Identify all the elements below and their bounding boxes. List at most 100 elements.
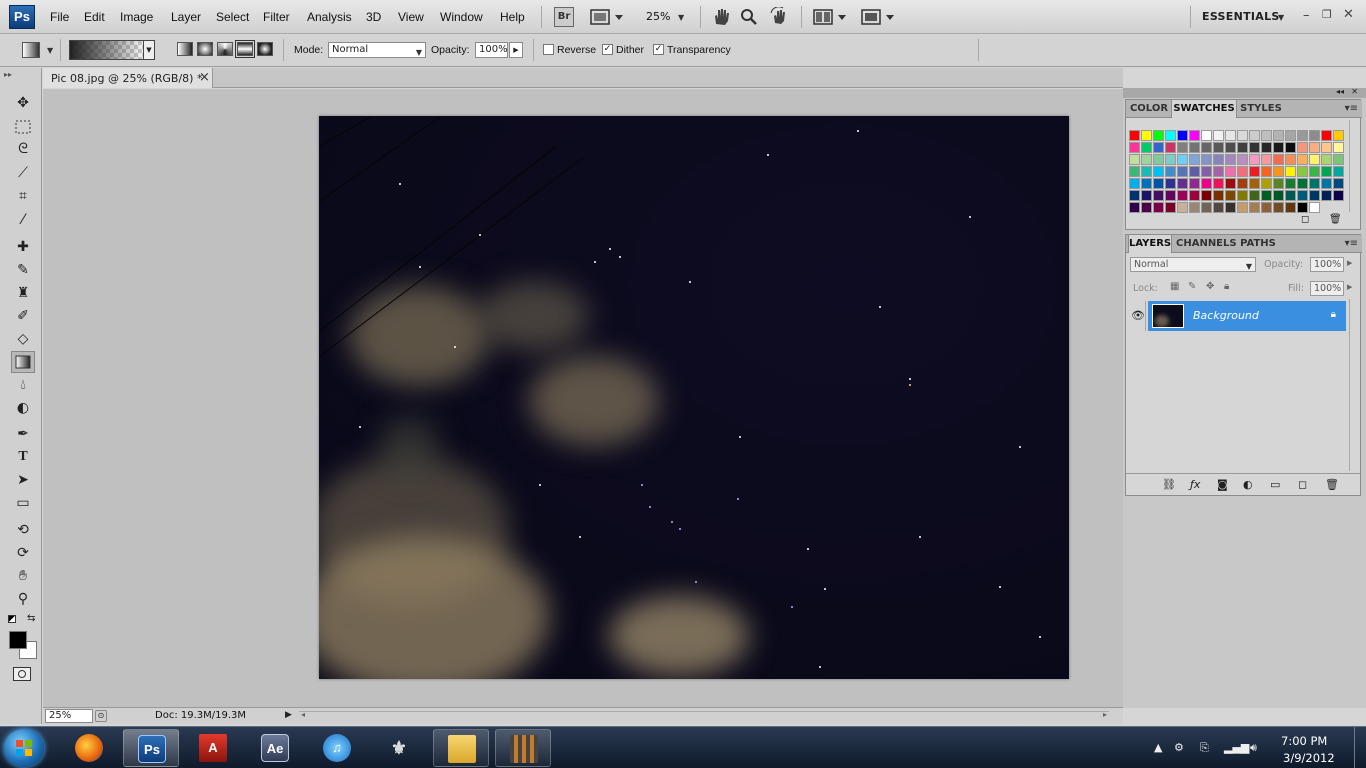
- color-swatch[interactable]: [1261, 202, 1272, 213]
- color-swatch[interactable]: [1273, 190, 1284, 201]
- color-swatch[interactable]: [1285, 166, 1296, 177]
- layer-mask-icon[interactable]: ◙: [1217, 478, 1228, 491]
- show-desktop-button[interactable]: [1354, 727, 1366, 768]
- lock-transparent-icon[interactable]: ▦: [1170, 281, 1179, 292]
- color-swatch[interactable]: [1153, 202, 1164, 213]
- menu-filter[interactable]: Filter: [263, 10, 290, 24]
- crop-tool-icon[interactable]: ⌗: [11, 185, 35, 207]
- color-swatch[interactable]: [1225, 154, 1236, 165]
- color-swatch[interactable]: [1333, 166, 1344, 177]
- color-swatch[interactable]: [1273, 142, 1284, 153]
- color-swatch[interactable]: [1189, 154, 1200, 165]
- delete-layer-icon[interactable]: 🗑︎: [1325, 478, 1339, 491]
- lock-position-icon[interactable]: ✥: [1206, 281, 1214, 292]
- gradient-tool-icon[interactable]: [11, 351, 35, 373]
- color-swatch[interactable]: [1321, 190, 1332, 201]
- color-swatch[interactable]: [1261, 142, 1272, 153]
- lasso-tool-icon[interactable]: ᘓ: [11, 138, 35, 160]
- menu-3d[interactable]: 3D: [366, 10, 381, 24]
- color-swatch[interactable]: [1153, 142, 1164, 153]
- scroll-left-icon[interactable]: ◂: [301, 710, 305, 719]
- color-swatch[interactable]: [1249, 154, 1260, 165]
- show-hidden-icons-icon[interactable]: ▲: [1154, 741, 1162, 754]
- gradient-picker[interactable]: [69, 40, 147, 60]
- dither-checkbox[interactable]: ✓: [602, 44, 613, 55]
- new-group-icon[interactable]: ▭: [1270, 478, 1280, 491]
- usb-tray-icon[interactable]: ⎘: [1200, 741, 1209, 755]
- color-swatch[interactable]: [1309, 142, 1320, 153]
- color-swatch[interactable]: [1213, 154, 1224, 165]
- clone-stamp-tool-icon[interactable]: ♜: [11, 282, 35, 304]
- color-swatch[interactable]: [1321, 142, 1332, 153]
- taskbar-photoshop[interactable]: Ps: [123, 729, 179, 767]
- tab-layers[interactable]: LAYERS: [1128, 235, 1172, 253]
- layer-style-icon[interactable]: ƒx: [1190, 478, 1200, 491]
- horizontal-scrollbar[interactable]: ◂ ▸: [299, 710, 1109, 722]
- taskbar-after-effects[interactable]: Ae: [247, 729, 303, 767]
- angle-gradient-button[interactable]: [217, 42, 233, 56]
- lock-all-icon[interactable]: 🔒︎: [1224, 281, 1229, 292]
- color-swatch[interactable]: [1201, 178, 1212, 189]
- color-swatch[interactable]: [1153, 166, 1164, 177]
- color-swatch[interactable]: [1249, 142, 1260, 153]
- quick-selection-tool-icon[interactable]: ⟋: [11, 162, 35, 184]
- hand-tool-icon[interactable]: ✋︎: [11, 565, 35, 587]
- color-swatch[interactable]: [1261, 166, 1272, 177]
- layer-row-background[interactable]: Background 🔒︎: [1148, 301, 1346, 331]
- color-swatch[interactable]: [1261, 130, 1272, 141]
- layer-visibility-toggle[interactable]: 👁︎: [1128, 301, 1146, 331]
- color-swatch[interactable]: [1237, 178, 1248, 189]
- diamond-gradient-button[interactable]: [257, 42, 273, 56]
- tab-paths[interactable]: PATHS: [1238, 235, 1278, 253]
- color-swatch[interactable]: [1273, 154, 1284, 165]
- color-swatch[interactable]: [1261, 178, 1272, 189]
- eyedropper-tool-icon[interactable]: ⁄: [11, 209, 35, 231]
- document-canvas-image[interactable]: [319, 116, 1069, 679]
- color-swatch[interactable]: [1297, 178, 1308, 189]
- color-swatch[interactable]: [1141, 166, 1152, 177]
- color-swatch[interactable]: [1249, 202, 1260, 213]
- color-swatch[interactable]: [1273, 166, 1284, 177]
- taskbar-movie-maker[interactable]: [495, 729, 551, 767]
- color-swatch[interactable]: [1153, 154, 1164, 165]
- color-swatch[interactable]: [1129, 142, 1140, 153]
- color-swatch[interactable]: [1153, 130, 1164, 141]
- color-swatch[interactable]: [1129, 190, 1140, 201]
- color-swatch[interactable]: [1237, 190, 1248, 201]
- color-swatch[interactable]: [1165, 166, 1176, 177]
- color-swatch[interactable]: [1189, 202, 1200, 213]
- color-swatch[interactable]: [1237, 142, 1248, 153]
- color-swatch[interactable]: [1273, 130, 1284, 141]
- link-layers-icon[interactable]: ⛓: [1162, 478, 1176, 491]
- color-swatch[interactable]: [1333, 130, 1344, 141]
- layer-opacity-arrow-icon[interactable]: ▶: [1347, 259, 1352, 267]
- color-swatch[interactable]: [1249, 166, 1260, 177]
- color-swatch[interactable]: [1213, 130, 1224, 141]
- layers-scrollbar[interactable]: [1349, 299, 1358, 471]
- taskbar-explorer[interactable]: [433, 729, 489, 767]
- new-layer-icon[interactable]: ◻: [1298, 478, 1307, 491]
- zoom-tool-button[interactable]: [739, 7, 759, 27]
- color-swatch[interactable]: [1273, 202, 1284, 213]
- pen-tool-icon[interactable]: ✒: [11, 423, 35, 445]
- transparency-checkbox[interactable]: ✓: [653, 44, 664, 55]
- taskbar-skyrim[interactable]: ⚜: [371, 729, 427, 767]
- status-info-icon[interactable]: ⊙: [95, 710, 107, 722]
- panel-menu-icon[interactable]: ▾≡: [1345, 103, 1358, 114]
- color-swatch[interactable]: [1237, 202, 1248, 213]
- menu-analysis[interactable]: Analysis: [307, 10, 352, 24]
- color-swatch[interactable]: [1129, 154, 1140, 165]
- panel-menu-icon[interactable]: ▾≡: [1345, 238, 1358, 249]
- color-swatch[interactable]: [1237, 166, 1248, 177]
- tab-swatches[interactable]: SWATCHES: [1171, 100, 1237, 118]
- minimize-icon[interactable]: –: [1303, 8, 1310, 23]
- color-swatch[interactable]: [1225, 130, 1236, 141]
- dodge-tool-icon[interactable]: ◐: [11, 397, 35, 419]
- color-swatch[interactable]: [1213, 202, 1224, 213]
- color-swatch[interactable]: [1189, 166, 1200, 177]
- steam-tray-icon[interactable]: ⚙: [1174, 741, 1184, 754]
- color-swatch[interactable]: [1237, 154, 1248, 165]
- menu-image[interactable]: Image: [120, 10, 153, 24]
- color-swatch[interactable]: [1297, 190, 1308, 201]
- color-swatch[interactable]: [1165, 154, 1176, 165]
